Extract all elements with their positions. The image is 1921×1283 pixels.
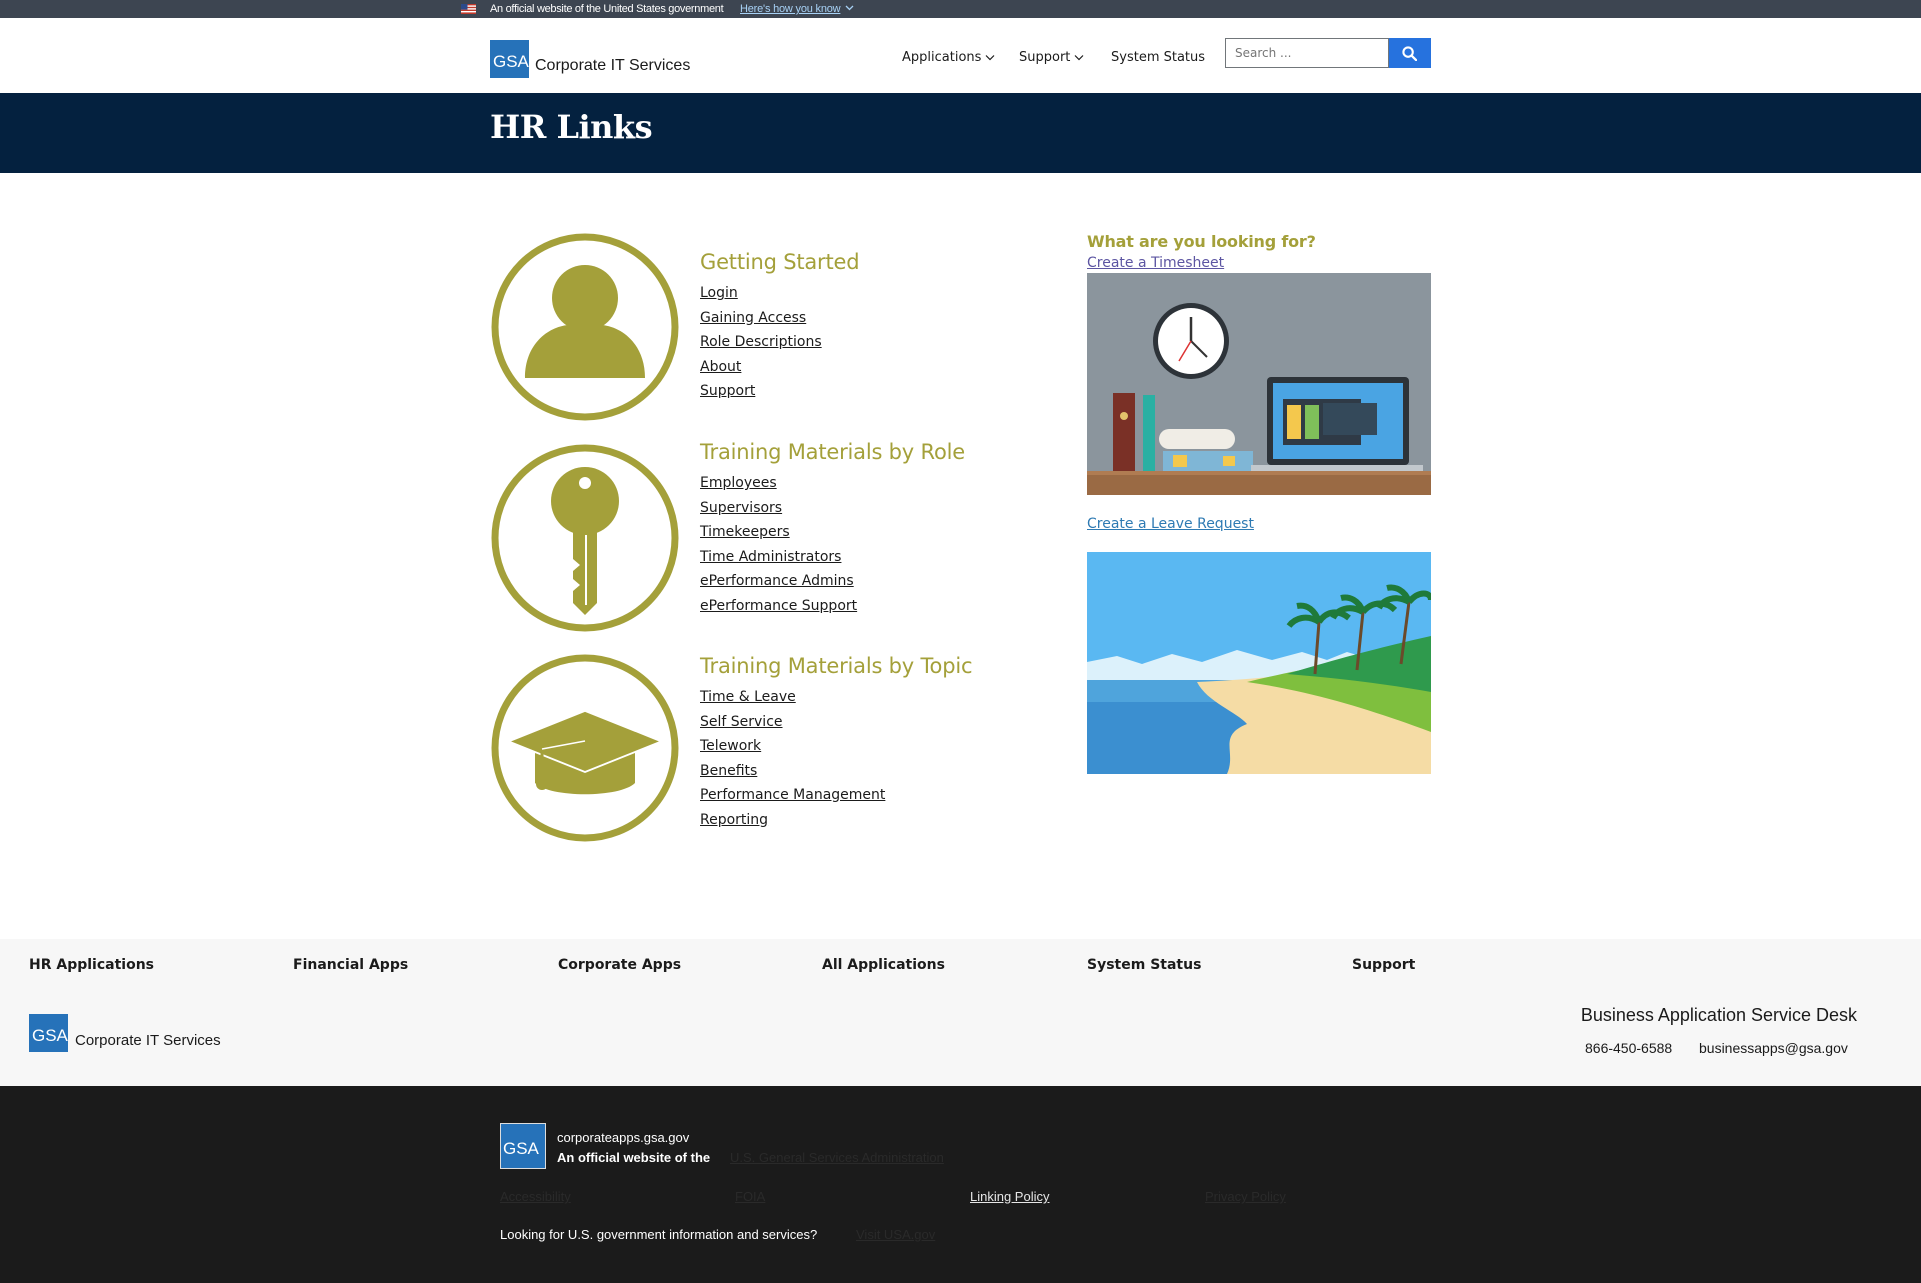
- footer-link-corporate-apps[interactable]: Corporate Apps: [558, 957, 681, 973]
- link-login[interactable]: Login: [700, 285, 738, 301]
- footer-gsa-logo-text: GSA: [32, 1026, 68, 1045]
- nav-applications-label: Applications: [902, 50, 982, 65]
- us-flag-icon: [461, 4, 476, 14]
- link-telework[interactable]: Telework: [700, 738, 761, 754]
- nav-applications[interactable]: Applications: [902, 50, 995, 65]
- link-gaining-access[interactable]: Gaining Access: [700, 310, 806, 326]
- getting-started-links: Login Gaining Access Role Descriptions A…: [700, 281, 822, 404]
- chevron-down-icon: [985, 55, 995, 61]
- gov-banner: An official website of the United States…: [0, 0, 1921, 18]
- chevron-down-icon[interactable]: [845, 5, 854, 11]
- footer-link-system-status[interactable]: System Status: [1087, 957, 1201, 973]
- link-role-descriptions[interactable]: Role Descriptions: [700, 334, 822, 350]
- link-performance-management[interactable]: Performance Management: [700, 787, 885, 803]
- training-by-role-links: Employees Supervisors Timekeepers Time A…: [700, 471, 857, 618]
- heres-how-you-know-link[interactable]: Here's how you know: [740, 1, 841, 17]
- create-timesheet-link[interactable]: Create a Timesheet: [1087, 255, 1224, 271]
- person-icon: [491, 233, 679, 421]
- link-self-service[interactable]: Self Service: [700, 714, 783, 730]
- link-benefits[interactable]: Benefits: [700, 763, 757, 779]
- identifier-gsa-logo-text: GSA: [503, 1139, 539, 1158]
- identifier-link-linking-policy[interactable]: Linking Policy: [970, 1189, 1050, 1204]
- identifier-gsa-logo[interactable]: GSA: [500, 1123, 546, 1169]
- identifier-link-accessibility[interactable]: Accessibility: [500, 1189, 571, 1204]
- service-desk-email[interactable]: businessapps@gsa.gov: [1699, 1040, 1848, 1056]
- graduation-cap-icon: [491, 654, 679, 842]
- nav-support-label: Support: [1019, 50, 1071, 65]
- footer-site-name: Corporate IT Services: [75, 1032, 221, 1049]
- footer-link-support[interactable]: Support: [1352, 957, 1415, 973]
- link-eperformance-admins[interactable]: ePerformance Admins: [700, 573, 854, 589]
- link-reporting[interactable]: Reporting: [700, 812, 768, 828]
- identifier-domain: corporateapps.gsa.gov: [557, 1130, 690, 1145]
- identifier-agency-link[interactable]: U.S. General Services Administration: [730, 1150, 944, 1165]
- search-icon: [1402, 46, 1417, 61]
- footer-link-financial-apps[interactable]: Financial Apps: [293, 957, 408, 973]
- link-time-administrators[interactable]: Time Administrators: [700, 549, 841, 565]
- service-desk-title: Business Application Service Desk: [1580, 1005, 1857, 1025]
- link-eperformance-support[interactable]: ePerformance Support: [700, 598, 857, 614]
- link-employees[interactable]: Employees: [700, 475, 777, 491]
- gov-banner-text: An official website of the United States…: [490, 3, 724, 15]
- create-leave-request-link[interactable]: Create a Leave Request: [1087, 516, 1254, 532]
- nav-system-status-label: System Status: [1111, 50, 1206, 65]
- page-title: HR Links: [490, 108, 653, 146]
- identifier-link-foia[interactable]: FOIA: [735, 1189, 765, 1204]
- gov-identifier: GSA corporateapps.gsa.gov An official we…: [0, 1086, 1921, 1283]
- gsa-logo[interactable]: GSA: [490, 40, 529, 78]
- identifier-looking-text: Looking for U.S. government information …: [500, 1227, 818, 1242]
- chevron-down-icon: [1074, 55, 1084, 61]
- site-name[interactable]: Corporate IT Services: [535, 57, 690, 75]
- search-input[interactable]: [1225, 38, 1389, 68]
- section-title-training-by-role: Training Materials by Role: [700, 440, 965, 464]
- footer-link-hr-applications[interactable]: HR Applications: [29, 957, 154, 973]
- link-time-leave[interactable]: Time & Leave: [700, 689, 796, 705]
- looking-for-title: What are you looking for?: [1087, 232, 1316, 251]
- training-by-topic-links: Time & Leave Self Service Telework Benef…: [700, 685, 885, 832]
- timesheet-illustration[interactable]: [1087, 273, 1431, 495]
- footer-gsa-logo[interactable]: GSA: [29, 1014, 68, 1052]
- identifier-link-privacy-policy[interactable]: Privacy Policy: [1205, 1189, 1286, 1204]
- link-support[interactable]: Support: [700, 383, 755, 399]
- identifier-usa-gov-link[interactable]: Visit USA.gov: [856, 1227, 935, 1242]
- identifier-official-text: An official website of the: [557, 1150, 711, 1165]
- section-title-getting-started: Getting Started: [700, 250, 860, 274]
- search-button[interactable]: [1389, 38, 1431, 68]
- service-desk-phone[interactable]: 866-450-6588: [1585, 1040, 1672, 1056]
- link-timekeepers[interactable]: Timekeepers: [700, 524, 790, 540]
- beach-illustration[interactable]: [1087, 552, 1431, 774]
- key-icon: [491, 444, 679, 632]
- page-hero: HR Links: [0, 93, 1921, 173]
- nav-support[interactable]: Support: [1019, 50, 1084, 65]
- footer-link-all-applications[interactable]: All Applications: [822, 957, 945, 973]
- footer-nav: HR Applications Financial Apps Corporate…: [0, 939, 1921, 1086]
- gsa-logo-text: GSA: [493, 52, 529, 71]
- nav-system-status[interactable]: System Status: [1111, 50, 1205, 65]
- link-about[interactable]: About: [700, 359, 741, 375]
- link-supervisors[interactable]: Supervisors: [700, 500, 782, 516]
- section-title-training-by-topic: Training Materials by Topic: [700, 654, 973, 678]
- site-header: GSA Corporate IT Services Applications S…: [0, 18, 1921, 93]
